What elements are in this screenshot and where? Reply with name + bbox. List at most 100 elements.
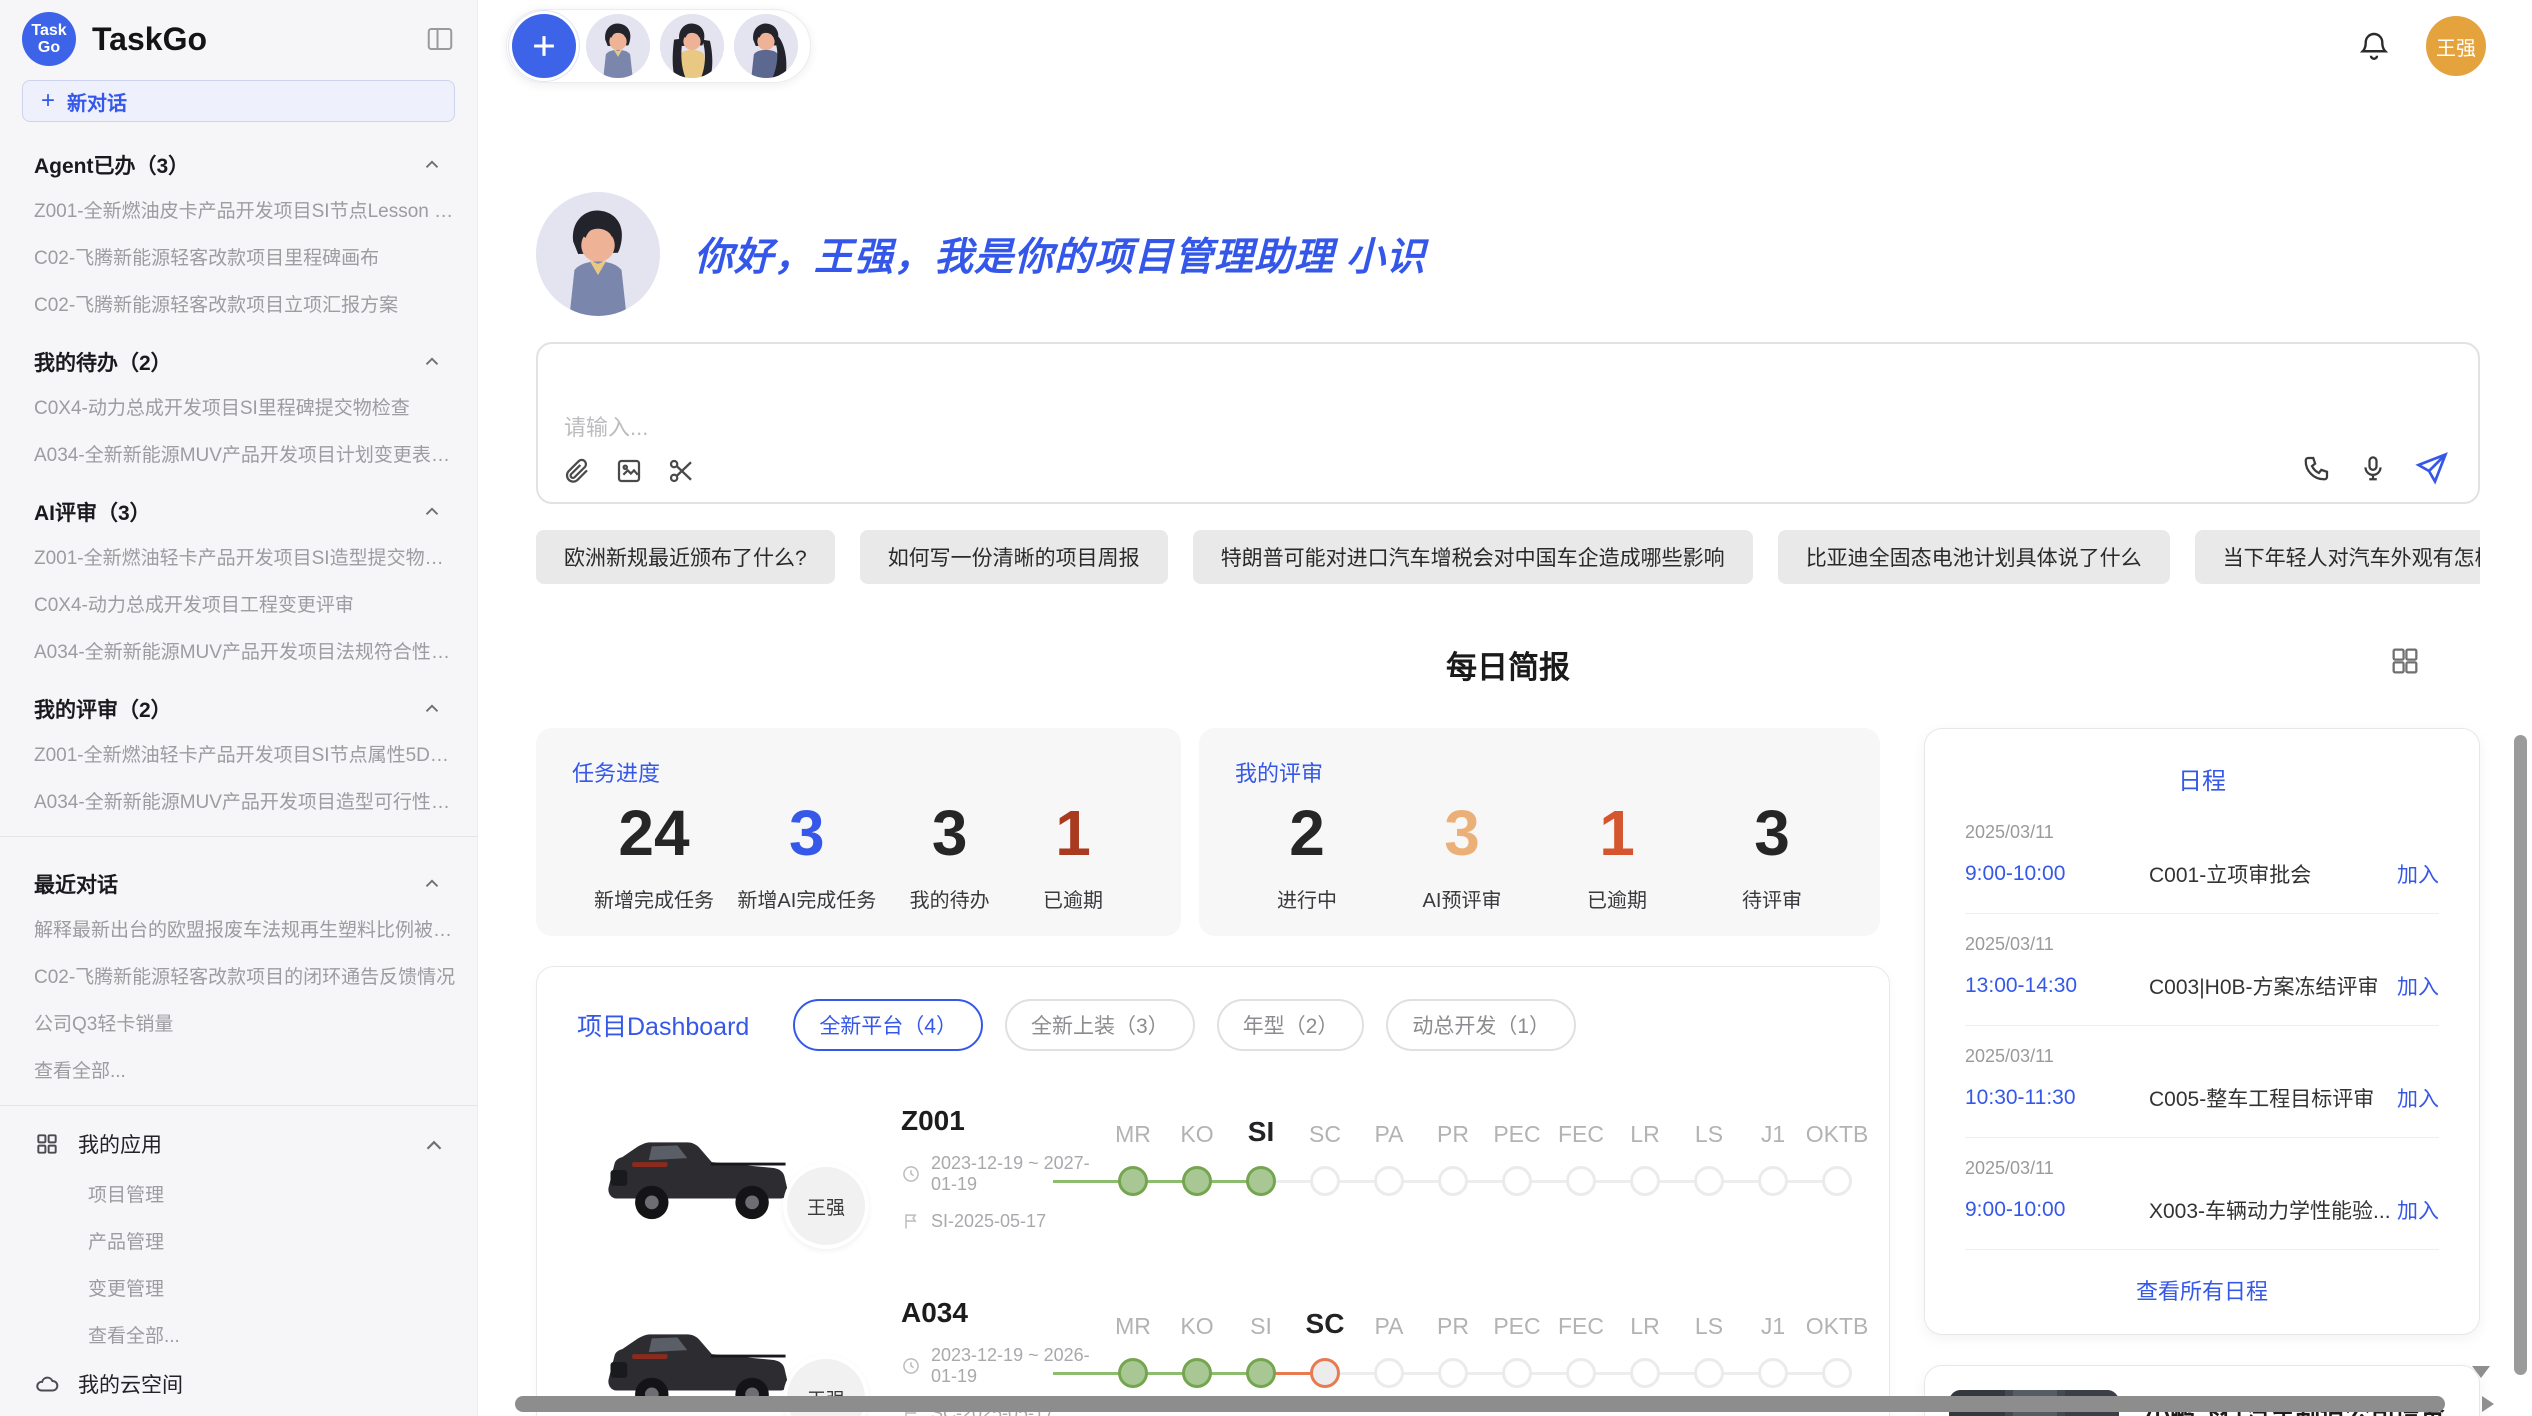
event-join-link[interactable]: 加入 [2397,1195,2439,1225]
scroll-down-arrow[interactable] [2472,1366,2490,1378]
chevron-up-icon[interactable] [421,351,443,373]
sidebar-header: Task Go TaskGo [0,0,477,74]
milestone-label: MR [1115,1112,1151,1148]
notification-bell-icon[interactable] [2356,28,2392,64]
logo-line1: Task [31,22,66,39]
sidebar-section-header[interactable]: AI评审（3） [0,477,477,533]
sidebar-section-title: 我的评审（2） [34,694,172,724]
sidebar-item[interactable]: A034-全新新能源MUV产品开发项目法规符合性评审 [0,627,477,674]
event-join-link[interactable]: 加入 [2397,1083,2439,1113]
sidebar-item[interactable]: A034-全新新能源MUV产品开发项目造型可行性评审 [0,777,477,824]
suggestion-chip[interactable]: 当下年轻人对汽车外观有怎样的喜好趋势 [2195,530,2480,584]
milestone-label: LS [1695,1304,1723,1340]
sidebar-recent-item[interactable]: 查看全部... [0,1046,477,1093]
sidebar-item[interactable]: Z001-全新燃油皮卡产品开发项目SI节点Lesson Learn报告 [0,186,477,233]
sidebar-section-header[interactable]: 我的评审（2） [0,674,477,730]
suggestion-chip[interactable]: 欧洲新规最近颁布了什么? [536,530,835,584]
suggestion-chip[interactable]: 特朗普可能对进口汽车增税会对中国车企造成哪些影响 [1193,530,1753,584]
screenshot-scissors-icon[interactable] [666,456,696,486]
assistant-avatar [536,192,660,316]
event-date: 2025/03/11 [1965,1158,2439,1179]
stat-item: 1 已逾期 [1567,796,1667,913]
voice-call-icon[interactable] [2302,453,2332,483]
sidebar-recent-item[interactable]: 公司Q3轻卡销量 [0,999,477,1046]
sidebar-recent-item[interactable]: 解释最新出台的欧盟报废车法规再生塑料比例被调至15%... [0,905,477,952]
event-join-link[interactable]: 加入 [2397,859,2439,889]
right-column: 日程 2025/03/11 9:00-10:00 C001-立项审批会 加入 2… [1924,728,2480,1416]
milestone-dot [1118,1358,1148,1388]
send-icon[interactable] [2414,450,2450,486]
stat-value: 3 [737,796,876,870]
stat-label: 进行中 [1257,884,1357,913]
sidebar-item-my-apps[interactable]: 我的应用 [0,1118,477,1170]
suggestion-chip[interactable]: 比亚迪全固态电池计划具体说了什么 [1778,530,2170,584]
chat-composer[interactable]: 请输入... [536,342,2480,504]
sidebar-recent-item[interactable]: C02-飞腾新能源轻客改款项目的闭环通告反馈情况 [0,952,477,999]
event-join-link[interactable]: 加入 [2397,971,2439,1001]
composer-right-icons [2302,450,2450,486]
milestone-label: FEC [1558,1112,1604,1148]
sidebar-item[interactable]: C0X4-动力总成开发项目工程变更评审 [0,580,477,627]
sidebar-item[interactable]: C02-飞腾新能源轻客改款项目里程碑画布 [0,233,477,280]
suggestion-chip[interactable]: 如何写一份清晰的项目周报 [860,530,1168,584]
milestone: MR [1101,1304,1165,1396]
chevron-up-icon[interactable] [421,1133,443,1155]
stat-label: 已逾期 [1567,884,1667,913]
project-list: 王强 Z001 2023-12-19 ~ 2027-01-19 SI-2025-… [577,1093,1849,1416]
milestone-dot [1246,1166,1276,1196]
member-avatar-3[interactable] [734,14,798,78]
content-columns: 任务进度 24 新增完成任务 3 新增AI完成任务 3 我的待办 1 已逾期 我… [536,728,2480,1416]
milestone-dot [1438,1166,1468,1196]
chevron-up-icon[interactable] [421,501,443,523]
sidebar-section-header[interactable]: 最近对话 [0,849,477,905]
topbar: 王强 [478,0,2532,92]
project-info: Z001 2023-12-19 ~ 2027-01-19 SI-2025-05-… [901,1105,1101,1232]
sidebar-item[interactable]: C02-飞腾新能源轻客改款项目立项汇报方案 [0,280,477,327]
user-avatar[interactable]: 王强 [2426,16,2486,76]
dashboard-tab[interactable]: 动总开发（1） [1386,999,1576,1051]
chevron-up-icon[interactable] [421,154,443,176]
microphone-icon[interactable] [2358,453,2388,483]
add-member-button[interactable] [512,14,576,78]
sidebar-app-item[interactable]: 变更管理 [0,1264,477,1311]
sidebar-scroll-area[interactable]: Agent已办（3） Z001-全新燃油皮卡产品开发项目SI节点Lesson L… [0,126,477,1416]
sidebar-item[interactable]: C0X4-动力总成开发项目SI里程碑提交物检查 [0,383,477,430]
scroll-right-arrow[interactable] [2482,1396,2494,1412]
dashboard-tab[interactable]: 全新平台（4） [793,999,983,1051]
sidebar-app-item[interactable]: 项目管理 [0,1170,477,1217]
chevron-up-icon[interactable] [421,698,443,720]
sidebar-section-header[interactable]: Agent已办（3） [0,130,477,186]
sidebar-item-star-icon[interactable]: 我的收藏 [0,1410,477,1416]
app-window: Task Go TaskGo + 新对话 Agent已办（3） Z001-全新燃… [0,0,2532,1416]
sidebar-item-cloud-icon[interactable]: 我的云空间 [0,1358,477,1410]
milestone-dot [1118,1166,1148,1196]
stat-card: 任务进度 24 新增完成任务 3 新增AI完成任务 3 我的待办 1 已逾期 [536,728,1181,936]
sidebar-item[interactable]: Z001-全新燃油轻卡产品开发项目SI造型提交物评审 [0,533,477,580]
stat-card-title: 我的评审 [1235,756,1844,788]
milestone-dot [1502,1358,1532,1388]
attachment-icon[interactable] [562,456,592,486]
new-chat-button[interactable]: + 新对话 [22,80,455,122]
dashboard-tab[interactable]: 年型（2） [1217,999,1365,1051]
horizontal-scrollbar[interactable] [515,1396,2445,1412]
sidebar-collapse-icon[interactable] [425,24,455,54]
schedule-event: 2025/03/11 13:00-14:30 C003|H0B-方案冻结评审 加… [1965,914,2439,1026]
sidebar-section-header[interactable]: 我的待办（2） [0,327,477,383]
milestone-label: LS [1695,1112,1723,1148]
view-all-schedule-link[interactable]: 查看所有日程 [1965,1250,2439,1316]
sidebar-app-item[interactable]: 查看全部... [0,1311,477,1358]
vertical-scrollbar[interactable] [2514,735,2527,1375]
sidebar-app-item[interactable]: 产品管理 [0,1217,477,1264]
dashboard-tab[interactable]: 全新上装（3） [1005,999,1195,1051]
layout-grid-icon[interactable] [2388,644,2422,678]
project-row[interactable]: 王强 Z001 2023-12-19 ~ 2027-01-19 SI-2025-… [577,1093,1849,1243]
sidebar-item[interactable]: Z001-全新燃油轻卡产品开发项目SI节点属性5D文件评审 [0,730,477,777]
image-upload-icon[interactable] [614,456,644,486]
chevron-up-icon[interactable] [421,873,443,895]
member-avatar-2[interactable] [660,14,724,78]
sidebar-item[interactable]: A034-全新新能源MUV产品开发项目计划变更表编写 [0,430,477,477]
milestone-label: SI [1248,1112,1274,1148]
stat-label: 我的待办 [900,884,1000,913]
milestone-dot [1630,1358,1660,1388]
member-avatar-1[interactable] [586,14,650,78]
